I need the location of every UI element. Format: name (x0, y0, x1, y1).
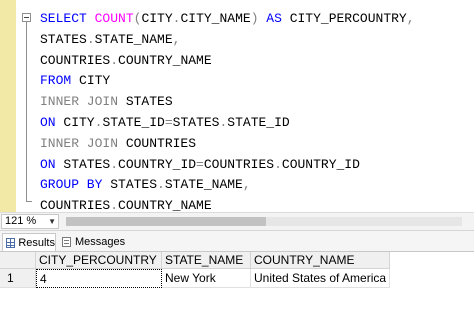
sql-operator: = (164, 114, 173, 130)
sql-identifier: STATES (172, 114, 220, 130)
tab-results-label: Results (18, 236, 55, 249)
tab-messages[interactable]: Messages (60, 233, 128, 251)
sql-operator: = (196, 156, 204, 172)
code-line[interactable]: COUNTRIES.COUNTRY_NAME (40, 51, 415, 72)
code-line[interactable]: INNER JOIN COUNTRIES (40, 134, 415, 155)
column-header-state-name[interactable]: STATE_NAME (162, 252, 251, 269)
sql-identifier: STATE_NAME (94, 31, 173, 47)
sql-operator: . (274, 156, 282, 172)
results-grid[interactable]: CITY_PERCOUNTRY STATE_NAME COUNTRY_NAME … (0, 252, 474, 334)
query-editor[interactable]: SELECT COUNT(CITY.CITY_NAME) AS CITY_PER… (0, 0, 474, 234)
code-line[interactable]: STATES.STATE_NAME, (40, 30, 415, 51)
code-line[interactable]: FROM CITY (40, 71, 415, 92)
code-line[interactable]: INNER JOIN STATES (40, 92, 415, 113)
sql-identifier: COUNTRY_ID (281, 156, 360, 172)
zoom-select[interactable]: 121 % ▼ (1, 214, 59, 229)
sql-operator: . (157, 177, 165, 193)
sql-keyword: ON (40, 156, 64, 172)
editor-margin (16, 0, 22, 212)
sql-identifier: STATES (125, 94, 173, 110)
sql-operator: ) (250, 11, 267, 26)
sql-operator: . (110, 156, 119, 172)
table-cell-state-name[interactable]: New York (162, 269, 251, 288)
sql-operator: . (110, 52, 119, 68)
outline-line (26, 22, 27, 202)
sql-identifier: COUNTRIES (40, 52, 111, 68)
outline-end (26, 201, 32, 202)
code-line[interactable]: ON CITY.STATE_ID=STATES.STATE_ID (40, 113, 415, 134)
sql-keyword: FROM (40, 73, 80, 89)
sql-identifier: COUNTRIES (40, 198, 111, 214)
sql-identifier: CITY_PERCOUNTRY (289, 11, 407, 26)
scrollbar-thumb[interactable] (66, 217, 266, 226)
tab-results[interactable]: Results (2, 233, 56, 251)
sql-identifier: STATE_NAME (164, 177, 243, 193)
tab-messages-label: Messages (75, 236, 126, 248)
code-line[interactable]: GROUP BY STATES.STATE_NAME, (40, 175, 415, 196)
sql-identifier: COUNTRIES (203, 156, 275, 172)
column-header-city-percountry[interactable]: CITY_PERCOUNTRY (36, 252, 162, 269)
sql-function: COUNT (94, 11, 134, 26)
sql-identifier: STATES (63, 156, 111, 172)
sql-identifier: STATE_ID (102, 114, 165, 130)
zoom-value: 121 % (5, 215, 37, 227)
sql-operator: . (110, 198, 119, 214)
sql-identifier: COUNTRY_NAME (118, 52, 212, 68)
horizontal-scrollbar[interactable] (66, 217, 462, 226)
change-tracking-gutter (0, 0, 16, 212)
sql-identifier: STATE_ID (227, 114, 290, 130)
code-line[interactable]: SELECT COUNT(CITY.CITY_NAME) AS CITY_PER… (40, 9, 415, 30)
sql-operator: , (406, 11, 415, 26)
sql-keyword: AS (266, 11, 290, 26)
sql-operator: , (242, 177, 251, 193)
sql-identifier: CITY (141, 11, 173, 26)
dropdown-arrow-icon[interactable]: ▼ (48, 215, 56, 228)
sql-operator: , (172, 31, 181, 47)
sql-identifier: COUNTRY_NAME (118, 198, 212, 214)
table-cell-country-name[interactable]: United States of America (251, 269, 390, 288)
sql-operator: . (86, 31, 95, 47)
row-header-corner[interactable] (0, 252, 36, 269)
collapse-toggle-icon[interactable] (22, 13, 31, 22)
table-cell-city-percountry[interactable]: 4 (36, 269, 162, 288)
sql-keyword: SELECT (40, 11, 95, 26)
sql-identifier: STATES (110, 177, 158, 193)
editor-status-bar: 121 % ▼ (0, 212, 474, 230)
sql-identifier: CITY_NAME (180, 11, 251, 26)
sql-identifier: CITY (79, 73, 111, 89)
sql-identifier: STATES (40, 31, 87, 47)
column-header-country-name[interactable]: COUNTRY_NAME (251, 252, 390, 269)
sql-keyword: GROUP BY (40, 177, 111, 193)
grid-icon (6, 237, 16, 248)
code-line[interactable]: ON STATES.COUNTRY_ID=COUNTRIES.COUNTRY_I… (40, 155, 415, 176)
sql-code[interactable]: SELECT COUNT(CITY.CITY_NAME) AS CITY_PER… (40, 9, 415, 238)
sql-operator: INNER JOIN (40, 135, 126, 151)
sql-identifier: COUNTRIES (125, 135, 197, 151)
row-number[interactable]: 1 (0, 269, 36, 288)
sql-identifier: COUNTRY_ID (118, 156, 197, 172)
sql-identifier: CITY (63, 114, 95, 130)
sql-operator: INNER JOIN (40, 94, 126, 110)
results-tabstrip: Results Messages (0, 230, 474, 252)
message-icon (62, 237, 71, 247)
sql-keyword: ON (40, 114, 64, 130)
